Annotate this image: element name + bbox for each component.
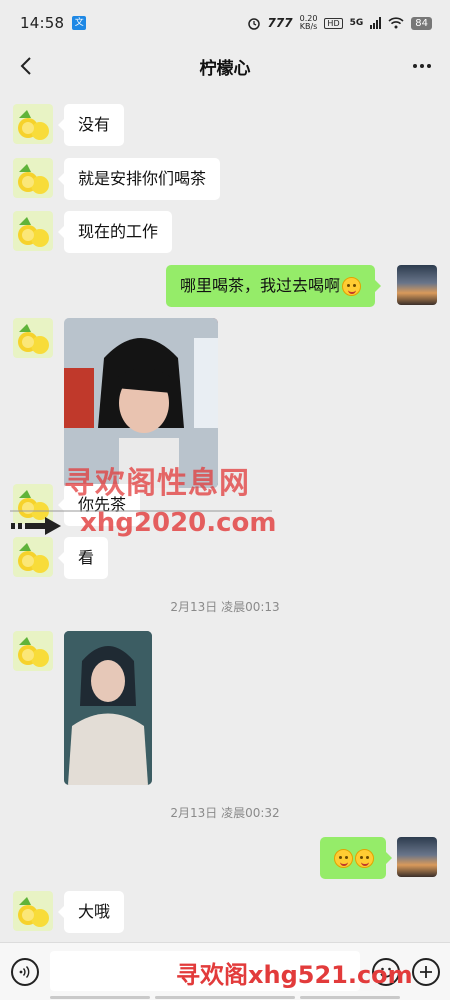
carrier-icon: 777 [267,16,293,30]
sent-message-bubble[interactable]: 哪里喝茶，我过去喝啊 [166,265,382,307]
blushing-emoji-icon [334,849,353,868]
network-speed: 0.20 KB/s [300,15,318,31]
home-indicator [50,996,150,999]
contact-avatar[interactable] [13,537,53,577]
timestamp: 2月13日 凌晨00:13 [170,600,280,614]
sent-message-bubble[interactable] [320,837,392,879]
network-speed-unit: KB/s [299,22,318,31]
home-indicator [155,996,295,999]
signal-icon [370,17,382,29]
message-bubble[interactable]: 大哦 [57,891,125,933]
home-indicator [300,996,400,999]
lemon-icon [18,110,49,140]
alarm-icon [247,18,260,30]
contact-avatar[interactable] [13,631,53,671]
message-bubble[interactable]: 没有 [57,104,125,146]
contact-avatar[interactable] [13,211,53,251]
sent-message-text: 哪里喝茶，我过去喝啊 [180,276,341,295]
ellipsis-icon [413,64,431,68]
translate-app-icon: 文 [72,16,87,30]
lemon-icon [18,897,49,927]
contact-avatar[interactable] [13,891,53,931]
lemon-icon [18,164,49,194]
contact-avatar[interactable] [13,318,53,358]
timestamp: 2月13日 凌晨00:32 [170,806,280,820]
signal-label: 5G [349,18,364,28]
lemon-icon [18,324,49,354]
contact-avatar[interactable] [13,104,53,144]
lemon-icon [18,543,49,573]
my-avatar[interactable] [397,265,437,305]
status-icons: 777 0.20 KB/s HD 5G 84 [247,15,432,31]
status-time: 14:58 [20,14,65,32]
woman-white-top-photo [64,631,152,785]
watermark-footer: 寻欢阁xhg521.com [176,961,413,989]
back-button[interactable] [12,52,40,80]
lemon-icon [18,637,49,667]
arrow-right-icon [11,517,61,535]
my-avatar[interactable] [397,837,437,877]
message-bubble[interactable]: 看 [57,537,109,579]
hd-badge: HD [324,17,343,29]
status-bar: 14:58 文 777 0.20 KB/s HD 5G 84 [0,0,450,46]
chat-header: 柠檬心 [0,46,450,86]
message-bubble[interactable]: 现在的工作 [57,211,173,253]
more-button[interactable] [408,52,436,80]
wifi-icon [388,17,404,29]
voice-button[interactable] [11,958,39,986]
plus-icon [420,966,432,978]
page-title: 柠檬心 [199,58,251,79]
chevron-left-icon [20,57,31,75]
message-bubble[interactable]: 就是安排你们喝茶 [57,158,221,200]
watermark-url: xhg2020.com [80,508,277,538]
blushing-emoji-icon [355,849,374,868]
voice-icon [19,966,30,978]
plus-button[interactable] [412,958,440,986]
image-message-photo[interactable] [64,631,152,785]
thinking-emoji-icon [342,277,362,296]
battery-indicator: 84 [411,16,432,30]
watermark-text: 寻欢阁性息网 [64,466,250,501]
lemon-icon [18,217,49,247]
contact-avatar[interactable] [13,158,53,198]
